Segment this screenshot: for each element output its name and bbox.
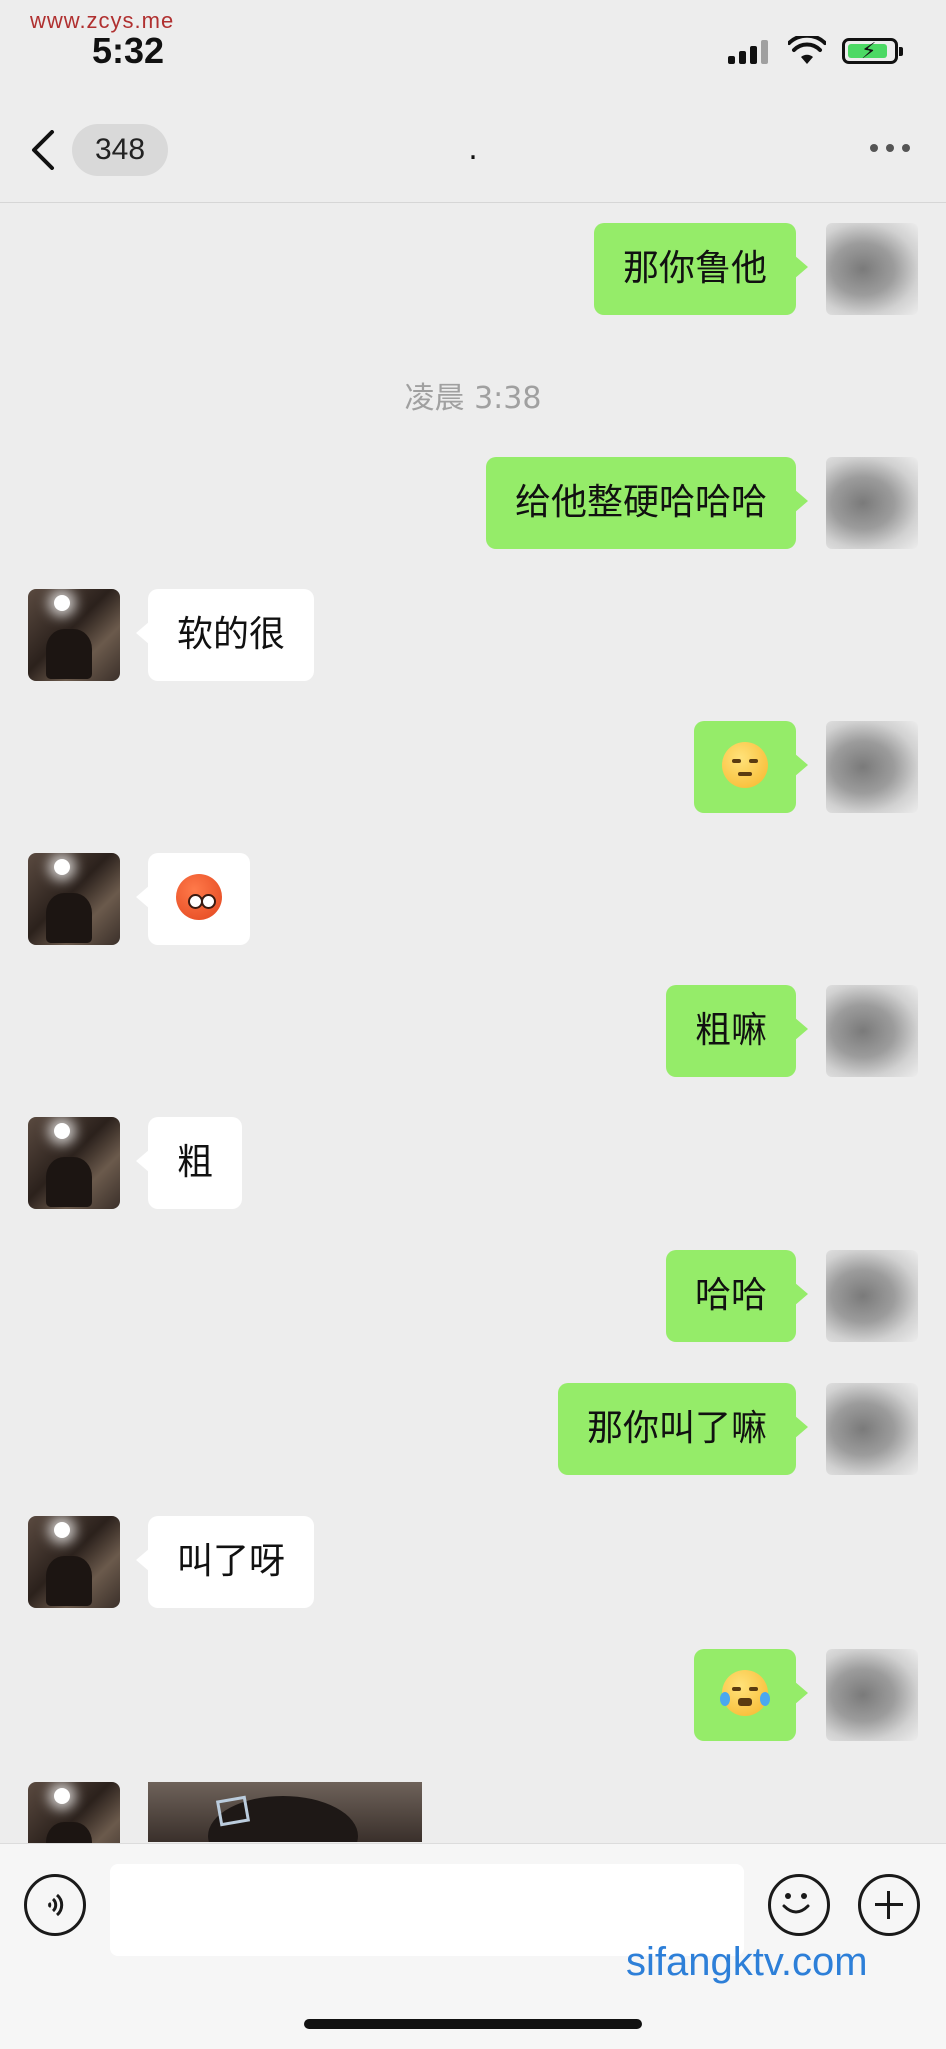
message-bubble-outgoing[interactable]: 给他整硬哈哈哈 <box>485 457 809 549</box>
message-bubble-incoming[interactable]: 软的很 <box>135 589 315 681</box>
relieved-face-emoji-icon <box>722 742 768 788</box>
flushed-face-emoji-icon <box>176 874 222 920</box>
contact-avatar[interactable] <box>28 1782 120 1843</box>
my-avatar[interactable] <box>826 1383 918 1475</box>
message-bubble-outgoing[interactable] <box>694 1649 808 1741</box>
chat-title: . <box>468 132 478 167</box>
chat-header: 348 . <box>0 96 946 203</box>
message-bubble-outgoing[interactable]: 那你叫了嘛 <box>557 1383 809 1475</box>
message-bubble-outgoing[interactable] <box>694 721 808 813</box>
timestamp: 凌晨 3:38 <box>404 381 542 416</box>
message-bubble-incoming[interactable] <box>136 853 250 945</box>
status-time: 5:32 <box>92 30 165 71</box>
message-bubble-incoming[interactable]: 粗 <box>135 1117 243 1209</box>
contact-avatar[interactable] <box>28 1117 120 1209</box>
message-bubble-outgoing[interactable]: 哈哈 <box>665 1250 809 1342</box>
ellipsis-icon[interactable] <box>870 144 910 152</box>
my-avatar[interactable] <box>826 721 918 813</box>
my-avatar[interactable] <box>826 457 918 549</box>
smiley-icon[interactable] <box>768 1874 830 1936</box>
message-bubble-outgoing[interactable]: 那你鲁他 <box>593 223 809 315</box>
rolling-laugh-emoji-icon <box>720 1670 770 1716</box>
home-indicator[interactable] <box>304 2019 642 2029</box>
my-avatar[interactable] <box>826 223 918 315</box>
status-bar: 5:32 ⚡ <box>0 0 946 80</box>
my-avatar[interactable] <box>826 1250 918 1342</box>
message-list[interactable]: 那你鲁他 凌晨 3:38 给他整硬哈哈哈 软的很 粗嘛 粗 哈哈 那你叫了嘛 叫… <box>0 203 946 1843</box>
voice-icon[interactable] <box>24 1874 86 1936</box>
contact-avatar[interactable] <box>28 1516 120 1608</box>
cellular-signal-icon <box>728 40 768 64</box>
plus-icon[interactable] <box>858 1874 920 1936</box>
watermark-bottom: sifangktv.com <box>626 1940 868 1984</box>
photo-message-thumbnail[interactable] <box>148 1782 422 1842</box>
wifi-icon <box>788 36 826 64</box>
message-bubble-outgoing[interactable]: 粗嘛 <box>665 985 809 1077</box>
battery-icon: ⚡ <box>842 38 903 64</box>
contact-avatar[interactable] <box>28 589 120 681</box>
message-bubble-incoming[interactable]: 叫了呀 <box>135 1516 315 1608</box>
contact-avatar[interactable] <box>28 853 120 945</box>
my-avatar[interactable] <box>826 1649 918 1741</box>
input-bar: sifangktv.com <box>0 1843 946 2049</box>
my-avatar[interactable] <box>826 985 918 1077</box>
